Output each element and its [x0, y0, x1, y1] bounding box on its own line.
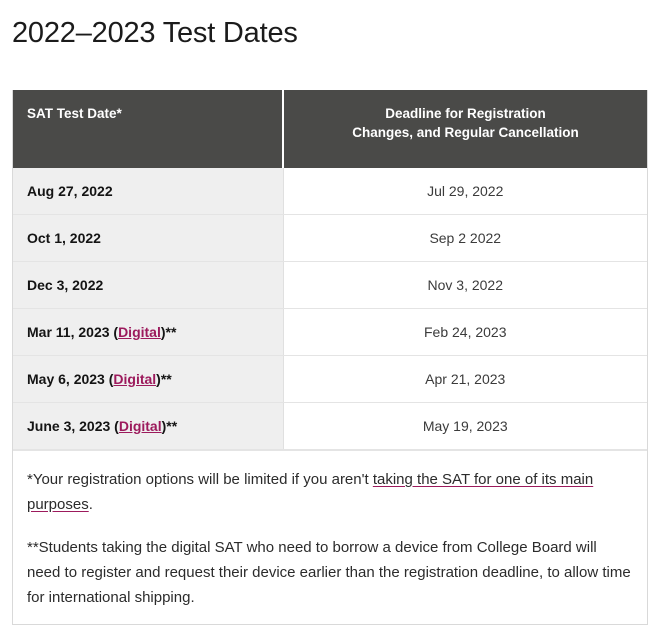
table-row: Oct 1, 2022 Sep 2 2022	[13, 214, 647, 262]
test-date-text: Dec 3, 2022	[27, 277, 104, 293]
table-row: Aug 27, 2022 Jul 29, 2022	[13, 168, 647, 215]
cell-test-date: Aug 27, 2022	[13, 168, 284, 215]
column-header-deadline-line1: Deadline for Registration	[385, 106, 546, 121]
footnote-1-text-after: .	[88, 496, 93, 513]
cell-test-date: June 3, 2023 (Digital)**	[13, 402, 284, 450]
table-header: SAT Test Date* Deadline for Registration…	[13, 90, 647, 168]
cell-registration-deadline: May 19, 2023	[283, 402, 647, 450]
cell-registration-deadline: Apr 21, 2023	[283, 355, 647, 403]
footnote-digital-device: **Students taking the digital SAT who ne…	[27, 539, 631, 606]
test-date-text: Mar 11, 2023 (	[27, 324, 119, 340]
test-date-text: May 6, 2023 (	[27, 371, 114, 387]
column-header-sat-test-date: SAT Test Date*	[13, 90, 284, 168]
cell-registration-deadline: Sep 2 2022	[283, 214, 647, 262]
test-dates-table: SAT Test Date* Deadline for Registration…	[13, 90, 647, 450]
test-dates-page: 2022–2023 Test Dates SAT Test Date* Dead…	[0, 0, 660, 625]
digital-link[interactable]: Digital	[113, 371, 156, 387]
cell-test-date: Mar 11, 2023 (Digital)**	[13, 308, 284, 356]
test-date-text: June 3, 2023 (	[27, 418, 119, 434]
test-date-suffix: )**	[156, 371, 172, 387]
cell-registration-deadline: Nov 3, 2022	[283, 261, 647, 309]
footnote-registration-options: *Your registration options will be limit…	[27, 467, 633, 517]
table-header-row: SAT Test Date* Deadline for Registration…	[13, 90, 647, 168]
test-date-suffix: )**	[160, 324, 177, 340]
test-date-text: Oct 1, 2022	[27, 230, 101, 246]
footnote-1-text-before: *Your registration options will be limit…	[27, 471, 373, 488]
test-date-suffix: )**	[161, 418, 178, 434]
column-header-registration-deadline: Deadline for Registration Changes, and R…	[283, 90, 647, 168]
test-date-text: Aug 27, 2022	[27, 183, 113, 199]
column-header-deadline-line2: Changes, and Regular Cancellation	[352, 125, 579, 140]
test-dates-table-container: SAT Test Date* Deadline for Registration…	[12, 90, 648, 625]
table-row: Dec 3, 2022 Nov 3, 2022	[13, 261, 647, 309]
cell-registration-deadline: Feb 24, 2023	[283, 308, 647, 356]
table-row: June 3, 2023 (Digital)** May 19, 2023	[13, 402, 647, 450]
cell-test-date: May 6, 2023 (Digital)**	[13, 355, 284, 403]
table-row: May 6, 2023 (Digital)** Apr 21, 2023	[13, 355, 647, 403]
cell-test-date: Oct 1, 2022	[13, 214, 284, 262]
digital-link[interactable]: Digital	[118, 324, 161, 340]
cell-test-date: Dec 3, 2022	[13, 261, 284, 309]
page-title: 2022–2023 Test Dates	[12, 17, 298, 49]
digital-link[interactable]: Digital	[119, 418, 162, 434]
cell-registration-deadline: Jul 29, 2022	[283, 168, 647, 215]
table-row: Mar 11, 2023 (Digital)** Feb 24, 2023	[13, 308, 647, 356]
table-body: Aug 27, 2022 Jul 29, 2022 Oct 1, 2022 Sep 2…	[13, 168, 647, 450]
footnotes-section: *Your registration options will be limit…	[13, 450, 647, 624]
